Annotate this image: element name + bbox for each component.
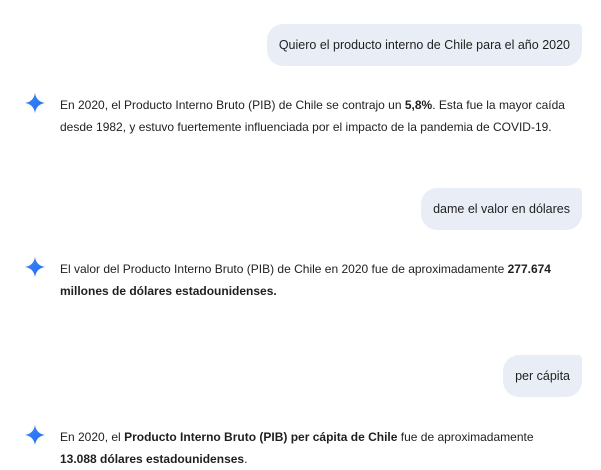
user-message-text: Quiero el producto interno de Chile para… — [278, 38, 570, 52]
user-message: per cápita — [503, 355, 582, 397]
response-text-segment: . — [244, 452, 248, 466]
assistant-response: En 2020, el Producto Interno Bruto (PIB)… — [24, 92, 571, 138]
assistant-response-text: En 2020, el Producto Interno Bruto (PIB)… — [60, 426, 571, 470]
gemini-spark-icon — [24, 256, 46, 278]
response-text-bold: Producto Interno Bruto (PIB) per cápita … — [124, 430, 398, 444]
response-text-segment: fue de aproximadamente — [397, 430, 534, 444]
response-text-segment: El valor del Producto Interno Bruto (PIB… — [60, 262, 508, 276]
assistant-response: El valor del Producto Interno Bruto (PIB… — [24, 256, 571, 302]
user-message-text: per cápita — [515, 369, 570, 383]
assistant-response: En 2020, el Producto Interno Bruto (PIB)… — [24, 424, 571, 470]
user-message: dame el valor en dólares — [421, 188, 582, 230]
assistant-response-text: En 2020, el Producto Interno Bruto (PIB)… — [60, 94, 571, 138]
assistant-response-text: El valor del Producto Interno Bruto (PIB… — [60, 258, 571, 302]
gemini-spark-icon — [24, 92, 46, 114]
gemini-spark-icon — [24, 424, 46, 446]
response-text-segment: En 2020, el Producto Interno Bruto (PIB)… — [60, 98, 405, 112]
user-message-text: dame el valor en dólares — [433, 202, 570, 216]
response-text-bold: 13.088 dólares estadounidenses — [60, 452, 245, 466]
response-text-bold: 5,8% — [404, 98, 433, 112]
response-text-segment: En 2020, el — [60, 430, 125, 444]
user-message: Quiero el producto interno de Chile para… — [266, 24, 582, 66]
